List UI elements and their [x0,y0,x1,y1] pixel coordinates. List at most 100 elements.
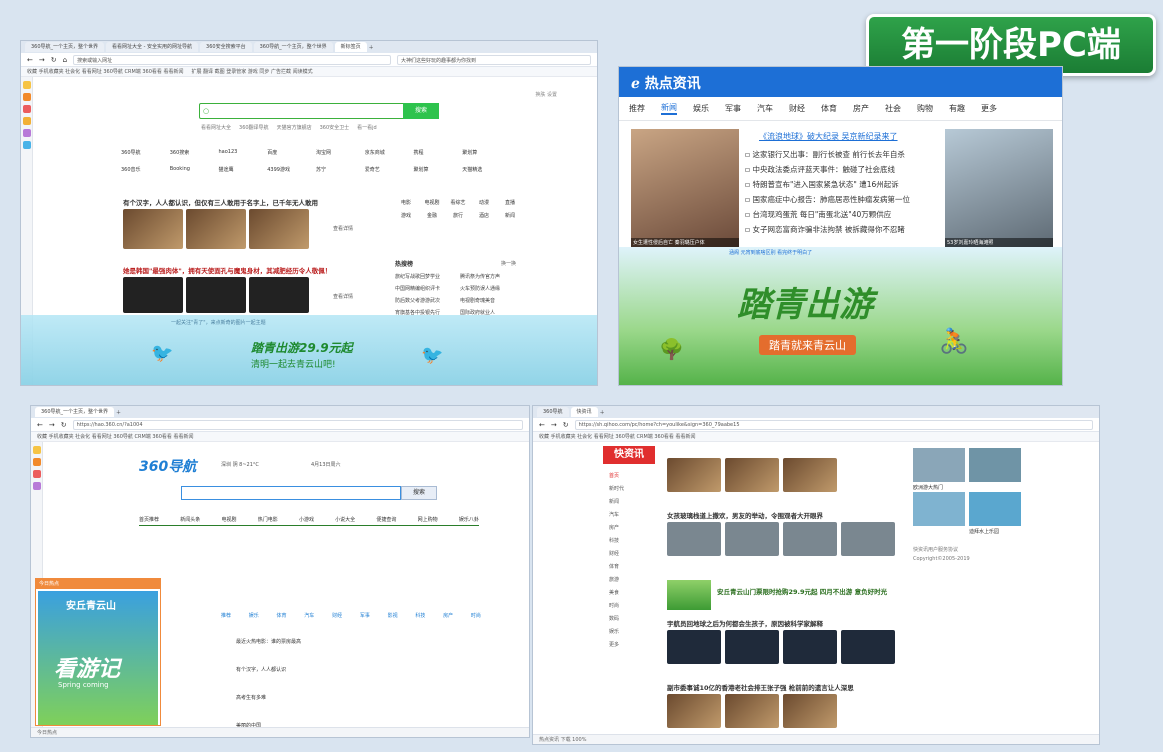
new-tab-icon[interactable]: ＋ [116,409,121,416]
nav-item[interactable]: 小游戏 [299,516,314,523]
tab-ent[interactable]: 娱乐 [693,103,709,114]
news-item[interactable]: ▫ 中央政法委点评蓝天事件：触碰了社会底线 [745,162,941,177]
weibo-icon[interactable] [33,458,41,466]
tab[interactable]: 360导航_一个主页，整个世界 [25,42,105,52]
refresh-icon[interactable]: ↻ [563,421,569,429]
news-photo-right[interactable]: 53岁刘嘉玲晒海滩照 [945,129,1053,247]
refresh-icon[interactable]: ↻ [51,56,57,64]
nav-item[interactable]: 电视剧 [221,516,236,523]
news-tab[interactable]: 房产 [443,612,453,619]
view-detail-link[interactable]: 查看详情 [333,225,353,232]
side-nav-item[interactable]: 旅游 [609,574,624,587]
forward-icon[interactable]: → [49,421,55,429]
home-icon[interactable]: ⌂ [63,56,67,64]
spring-banner[interactable]: 一起关注"青了"，来点新奇的图片一起主题 踏青出游29.9元起 清明一起去青云山… [21,315,597,385]
new-tab-icon[interactable]: ＋ [600,409,605,416]
news-item[interactable]: ▫ 这家银行又出事：副行长被查 前行长去年自杀 [745,147,941,162]
side-nav-item[interactable]: 科技 [609,535,624,548]
tab-shop[interactable]: 购物 [917,103,933,114]
side-nav-item[interactable]: 首页 [609,470,624,483]
popup-ad[interactable]: 安丘青云山 看游记 Spring coming [38,591,158,725]
service-item[interactable]: 电视剧 [419,199,445,206]
top-headline[interactable]: 《流浪地球》破大纪录 吴京新纪录来了 [759,131,898,142]
nav-item[interactable]: 热门电影 [258,516,278,523]
refresh-icon[interactable]: ↻ [61,421,67,429]
story-image[interactable] [783,522,837,556]
news-tab[interactable]: 财经 [332,612,342,619]
news-tab[interactable]: 科技 [415,612,425,619]
site-link[interactable]: 聚划算 [462,149,511,156]
story-image[interactable] [725,458,779,492]
search-button[interactable]: 搜索 [403,103,439,119]
news-item[interactable]: ▫ 国家癌症中心报告：肺癌居恶性肿瘤发病第一位 [745,192,941,207]
weather[interactable]: 深圳 阴 8~21°C [221,461,259,468]
hot-item[interactable]: 腾讯祭为传官方声 [460,273,525,280]
site-link[interactable]: 360导航 [121,149,170,156]
video-icon[interactable] [33,482,41,490]
tab[interactable]: 看看网址大全 - 安全实用的网址导航 [106,42,199,52]
service-item[interactable]: 酒店 [471,212,497,219]
hot-item[interactable]: 火车预防误人通缘 [460,285,525,292]
star-icon[interactable] [33,446,41,454]
side-nav-item[interactable]: 体育 [609,561,624,574]
poster[interactable]: 涵阁 元宵到底啥区别 看完终于明白了 踏青出游 踏青就来青云山 🚴 🌳 [619,247,1062,385]
story-image[interactable] [841,630,895,664]
search-link[interactable]: 天猫官方旗舰店 [277,124,312,131]
search-box[interactable]: ○ [199,103,419,119]
back-icon[interactable]: ← [539,421,545,429]
site-link[interactable]: Booking [170,166,219,173]
site-link[interactable]: 京东商城 [365,149,414,156]
side-nav-item[interactable]: 汽车 [609,509,624,522]
headline[interactable]: 有个汉字，人人都认识，但仅有三人敢用于名字上，已千年无人敢用 [123,197,383,207]
fav-links[interactable]: 收藏 手机收藏夹 社会化 看看网址 360导航 CRM端 360看看 看看新闻 [27,69,184,75]
tab-more[interactable]: 更多 [981,103,997,114]
news-image[interactable] [186,209,246,249]
star-icon[interactable] [23,81,31,89]
search-box[interactable] [181,486,401,500]
url-field[interactable]: https://sh.qihoo.com/pc/home?ch=youlike&… [574,419,1093,430]
back-icon[interactable]: ← [37,421,43,429]
side-nav-item[interactable]: 房产 [609,522,624,535]
tab-mil[interactable]: 军事 [725,103,741,114]
top-settings[interactable]: 换肤 设置 [535,91,557,98]
tab[interactable]: 360安全搜索平台 [200,42,252,52]
story-image[interactable] [725,694,779,728]
news-photo-left[interactable]: 女生遭性侵后自亡 秦羽璐压户体 [631,129,739,247]
news-tab[interactable]: 体育 [277,612,287,619]
search-link[interactable]: 看一看jd [357,124,377,131]
site-link[interactable]: 聚划算 [414,166,463,173]
site-link[interactable]: 4399游戏 [267,166,316,173]
url-field[interactable]: https://hao.360.cn/?a1004 [72,419,523,430]
tab-society[interactable]: 社会 [885,103,901,114]
site-link[interactable]: 淘宝网 [316,149,365,156]
footer-link[interactable]: 快资讯用户服务协议 [913,546,958,553]
url-field[interactable]: 搜索或输入网址 [73,54,392,65]
side-nav-item[interactable]: 财经 [609,548,624,561]
service-item[interactable]: 旅行 [445,212,471,219]
story-image[interactable] [783,630,837,664]
news-item[interactable]: ▫ 特朗普宣布"进入国家紧急状态" 遭16州起诉 [745,177,941,192]
tab[interactable]: 360导航_一个主页，整个世界 [253,42,333,52]
side-nav-item[interactable]: 美食 [609,587,624,600]
hot-item[interactable]: 电视剧奇瑰美音 [460,297,525,304]
nav-item[interactable]: 娱乐八卦 [459,516,479,523]
right-image[interactable] [913,448,965,482]
side-nav-item[interactable]: 时尚 [609,600,624,613]
news-item[interactable]: 高考生有多难 [236,684,356,712]
tab-fin[interactable]: 财经 [789,103,805,114]
service-item[interactable]: 金融 [419,212,445,219]
game-icon[interactable] [33,470,41,478]
tab-recommend[interactable]: 推荐 [629,103,645,114]
news-item[interactable]: ▫ 女子网恋富商诈骗非法拘禁 被拆藏得你不忍睹 [745,222,941,237]
service-item[interactable]: 新闻 [497,212,523,219]
service-item[interactable]: 动漫 [471,199,497,206]
tab[interactable]: 360导航 [537,407,569,417]
search-button[interactable]: 搜索 [401,486,437,500]
nav-item[interactable]: 小说大全 [335,516,355,523]
story-image[interactable] [841,522,895,556]
forward-icon[interactable]: → [551,421,557,429]
story-image[interactable] [783,694,837,728]
right-image[interactable] [969,448,1021,482]
side-nav-item[interactable]: 新闻 [609,496,624,509]
right-caption[interactable]: 欧洲游大热门 [913,484,943,491]
